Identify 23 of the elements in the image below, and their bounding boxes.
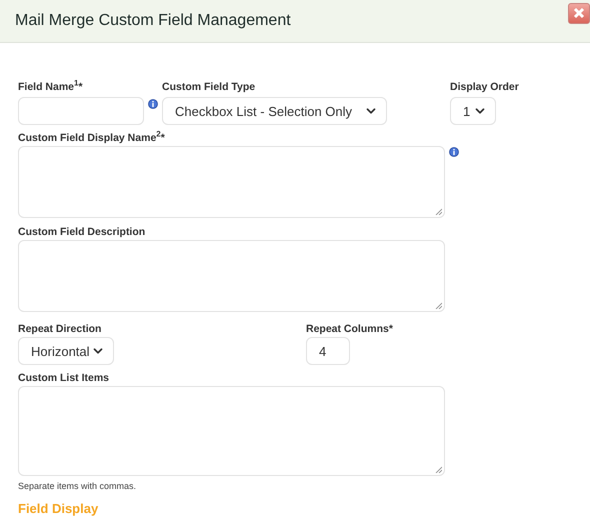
field-label: Custom List Items (18, 371, 110, 385)
field-label: Custom Field Type (162, 80, 256, 94)
close-icon (573, 7, 585, 19)
field-label: Field Name$^{1}$* (18, 80, 84, 94)
field-label: Display Order (450, 80, 520, 94)
hint-text: Separate items with commas. (18, 481, 138, 491)
input-field[interactable]: 4 (306, 337, 350, 365)
field-label: Repeat Columns* (306, 322, 394, 336)
resize-handle-icon[interactable] (435, 466, 442, 473)
section-heading: Field Display (18, 501, 100, 516)
dropdown[interactable]: Horizontal (18, 337, 114, 365)
field-label: Custom Field Description (18, 225, 146, 239)
field-label: Repeat Direction (18, 322, 102, 336)
dropdown[interactable]: 1 (450, 97, 496, 125)
info-icon[interactable] (449, 147, 459, 157)
dropdown[interactable]: Checkbox List - Selection Only (162, 97, 387, 125)
dialog-title: Mail Merge Custom Field Management (15, 12, 291, 30)
resize-handle-icon[interactable] (435, 208, 442, 215)
info-icon[interactable] (148, 99, 158, 109)
field-label: Custom Field Display Name$^{2}$* (18, 131, 166, 145)
input-field[interactable] (18, 97, 144, 125)
close-button[interactable] (568, 2, 590, 24)
resize-handle-icon[interactable] (435, 302, 442, 309)
